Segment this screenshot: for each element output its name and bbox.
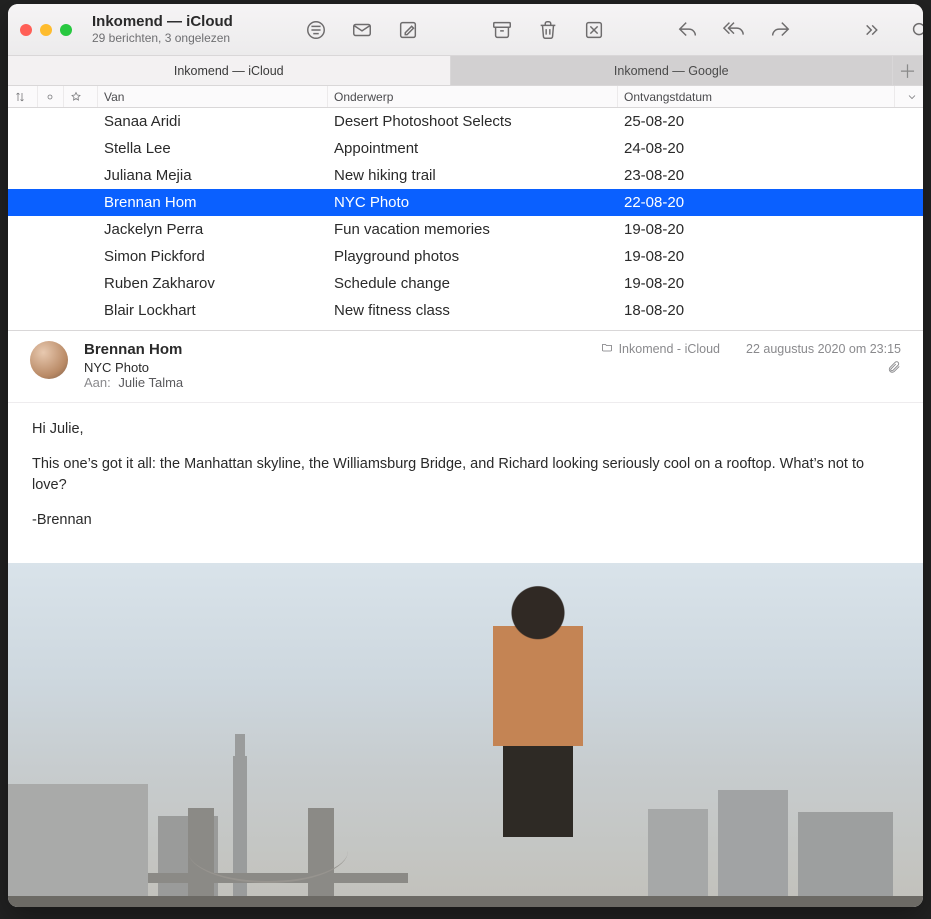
row-from: Juliana Mejia (98, 167, 328, 184)
column-options-icon[interactable] (895, 86, 923, 107)
row-subject: New fitness class (328, 302, 618, 319)
junk-icon[interactable] (582, 18, 606, 42)
row-date: 25-08-20 (618, 113, 895, 130)
recipient-line: Aan: Julie Talma (84, 375, 593, 390)
window-title: Inkomend — iCloud (92, 14, 278, 31)
message-row[interactable]: Simon PickfordPlayground photos19-08-20 (8, 243, 923, 270)
close-window-button[interactable] (20, 24, 32, 36)
to-label: Aan: (84, 375, 111, 390)
tab-inbox-google[interactable]: Inkomend — Google (451, 56, 894, 85)
zoom-window-button[interactable] (60, 24, 72, 36)
mail-icon[interactable] (350, 18, 374, 42)
message-row[interactable]: Blair LockhartNew fitness class18-08-20 (8, 297, 923, 324)
toolbar (286, 18, 923, 42)
mailbox-name: Inkomend - iCloud (619, 342, 720, 356)
tab-inbox-icloud[interactable]: Inkomend — iCloud (8, 56, 451, 85)
attachment-image[interactable] (8, 563, 923, 907)
row-subject: Fun vacation memories (328, 221, 618, 238)
reply-all-icon[interactable] (722, 18, 746, 42)
forward-icon[interactable] (768, 18, 792, 42)
window-subtitle: 29 berichten, 3 ongelezen (92, 31, 278, 45)
row-subject: New hiking trail (328, 167, 618, 184)
row-from: Brennan Hom (98, 194, 328, 211)
row-from: Stella Lee (98, 140, 328, 157)
new-tab-button[interactable]: ＋ (893, 56, 923, 85)
archive-icon[interactable] (490, 18, 514, 42)
body-paragraph: This one’s got it all: the Manhattan sky… (32, 454, 899, 496)
window-title-block: Inkomend — iCloud 29 berichten, 3 ongele… (88, 14, 278, 45)
mailbox-folder-icon (601, 341, 613, 356)
unread-column-icon[interactable] (38, 86, 64, 107)
message-header: Brennan Hom NYC Photo Aan: Julie Talma I… (8, 331, 923, 403)
row-date: 19-08-20 (618, 221, 895, 238)
more-icon[interactable] (862, 18, 886, 42)
message-body: Hi Julie, This one’s got it all: the Man… (8, 403, 923, 563)
message-row[interactable]: Sanaa AridiDesert Photoshoot Selects25-0… (8, 108, 923, 135)
flag-column-icon[interactable] (64, 86, 98, 107)
row-date: 22-08-20 (618, 194, 895, 211)
message-subject: NYC Photo (84, 360, 593, 375)
row-from: Ruben Zakharov (98, 275, 328, 292)
titlebar: Inkomend — iCloud 29 berichten, 3 ongele… (8, 4, 923, 56)
reply-icon[interactable] (676, 18, 700, 42)
attachment-icon[interactable] (887, 360, 901, 377)
from-column-header[interactable]: Van (98, 86, 328, 107)
minimize-window-button[interactable] (40, 24, 52, 36)
trash-icon[interactable] (536, 18, 560, 42)
row-subject: Schedule change (328, 275, 618, 292)
message-row[interactable]: Juliana MejiaNew hiking trail23-08-20 (8, 162, 923, 189)
row-date: 19-08-20 (618, 275, 895, 292)
row-from: Sanaa Aridi (98, 113, 328, 130)
sort-column-icon[interactable] (8, 86, 38, 107)
row-from: Simon Pickford (98, 248, 328, 265)
row-date: 24-08-20 (618, 140, 895, 157)
row-date: 23-08-20 (618, 167, 895, 184)
tab-label: Inkomend — Google (614, 64, 729, 78)
row-subject: Desert Photoshoot Selects (328, 113, 618, 130)
recipient-name[interactable]: Julie Talma (118, 375, 183, 390)
body-paragraph: Hi Julie, (32, 419, 899, 440)
compose-icon[interactable] (396, 18, 420, 42)
search-icon[interactable] (908, 18, 923, 42)
column-headers: Van Onderwerp Ontvangstdatum (8, 86, 923, 108)
row-subject: Appointment (328, 140, 618, 157)
window-controls (20, 24, 72, 36)
row-from: Jackelyn Perra (98, 221, 328, 238)
message-row[interactable]: Ruben ZakharovSchedule change19-08-20 (8, 270, 923, 297)
row-from: Blair Lockhart (98, 302, 328, 319)
sender-name: Brennan Hom (84, 341, 593, 358)
message-date: 22 augustus 2020 om 23:15 (746, 342, 901, 356)
message-meta: Inkomend - iCloud 22 augustus 2020 om 23… (601, 341, 901, 377)
row-subject: Playground photos (328, 248, 618, 265)
message-row[interactable]: Brennan HomNYC Photo22-08-20 (8, 189, 923, 216)
message-list: Sanaa AridiDesert Photoshoot Selects25-0… (8, 108, 923, 331)
message-row[interactable]: Jackelyn PerraFun vacation memories19-08… (8, 216, 923, 243)
tab-label: Inkomend — iCloud (174, 64, 284, 78)
row-subject: NYC Photo (328, 194, 618, 211)
mailbox-tabs: Inkomend — iCloud Inkomend — Google ＋ (8, 56, 923, 86)
filter-icon[interactable] (304, 18, 328, 42)
row-date: 19-08-20 (618, 248, 895, 265)
body-paragraph: -Brennan (32, 510, 899, 531)
message-preview-pane: Brennan Hom NYC Photo Aan: Julie Talma I… (8, 331, 923, 907)
mail-window: Inkomend — iCloud 29 berichten, 3 ongele… (8, 4, 923, 907)
subject-column-header[interactable]: Onderwerp (328, 86, 618, 107)
row-date: 18-08-20 (618, 302, 895, 319)
avatar (30, 341, 68, 379)
message-row[interactable]: Stella LeeAppointment24-08-20 (8, 135, 923, 162)
date-column-header[interactable]: Ontvangstdatum (618, 86, 895, 107)
